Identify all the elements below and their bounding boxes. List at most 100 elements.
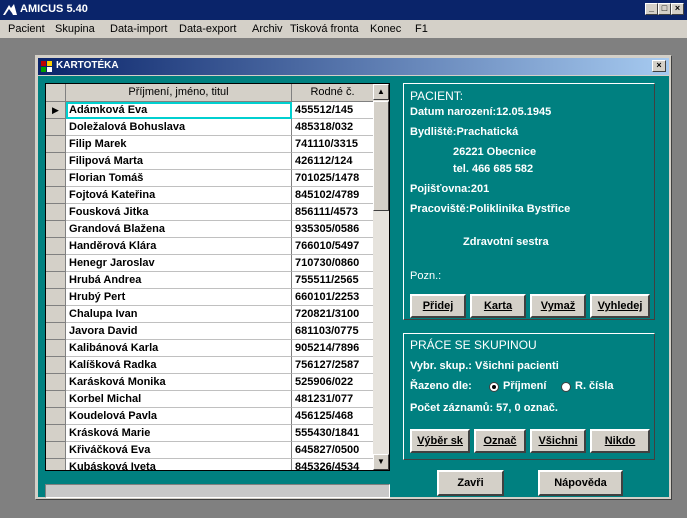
row-indicator[interactable] [46,204,66,221]
row-indicator[interactable] [46,306,66,323]
row-indicator[interactable] [46,136,66,153]
cell-patient-name[interactable]: Hrubý Pert [66,289,292,306]
sort-by-birth-number-label[interactable]: R. čísla [575,380,614,392]
cell-birth-number[interactable]: 845326/4534 [292,459,374,470]
row-indicator[interactable] [46,357,66,374]
cell-birth-number[interactable]: 845102/4789 [292,187,374,204]
menu-f1[interactable]: F1 [415,23,428,35]
cell-birth-number[interactable]: 701025/1478 [292,170,374,187]
scroll-down-icon[interactable]: ▼ [373,454,389,470]
patient-grid[interactable]: Příjmení, jméno, titul Rodné č. ▶ Adámkov… [45,83,390,471]
search-button[interactable]: Vyhledej [590,294,650,318]
cell-birth-number[interactable]: 681103/0775 [292,323,374,340]
row-indicator[interactable]: ▶ [46,102,66,119]
grid-scrollbar[interactable]: ▲ ▼ [373,84,389,470]
cell-birth-number[interactable]: 485318/032 [292,119,374,136]
row-indicator[interactable] [46,374,66,391]
sort-by-surname-label[interactable]: Příjmení [503,380,546,392]
none-button[interactable]: Nikdo [590,429,650,453]
row-indicator[interactable] [46,153,66,170]
close-window-button[interactable]: × [652,60,666,72]
menu-konec[interactable]: Konec [370,23,401,35]
cell-patient-name[interactable]: Filipová Marta [66,153,292,170]
cell-patient-name[interactable]: Handěrová Klára [66,238,292,255]
row-indicator[interactable] [46,187,66,204]
cell-patient-name[interactable]: Koudelová Pavla [66,408,292,425]
cell-birth-number[interactable]: 660101/2253 [292,289,374,306]
card-button[interactable]: Karta [470,294,526,318]
sort-by-surname-radio[interactable] [489,382,499,392]
cell-birth-number[interactable]: 710730/0860 [292,255,374,272]
cell-patient-name[interactable]: Javora David [66,323,292,340]
cell-patient-name[interactable]: Kalibánová Karla [66,340,292,357]
cell-patient-name[interactable]: Filip Marek [66,136,292,153]
cell-birth-number[interactable]: 455512/145 [292,102,374,119]
menu-pacient[interactable]: Pacient [8,23,45,35]
row-indicator[interactable] [46,459,66,470]
cell-patient-name[interactable]: Karásková Monika [66,374,292,391]
cell-patient-name[interactable]: Fojtová Kateřina [66,187,292,204]
close-button[interactable]: Zavři [437,470,504,496]
row-indicator[interactable] [46,323,66,340]
cell-birth-number[interactable]: 766010/5497 [292,238,374,255]
column-header-birth-number[interactable]: Rodné č. [292,84,374,102]
cell-patient-name[interactable]: Kubásková Iveta [66,459,292,470]
cell-birth-number[interactable]: 756127/2587 [292,357,374,374]
cell-birth-number[interactable]: 720821/3100 [292,306,374,323]
menu-tiskova-fronta[interactable]: Tisková fronta [290,23,359,35]
row-indicator[interactable] [46,221,66,238]
cell-patient-name[interactable]: Florian Tomáš [66,170,292,187]
column-header-name[interactable]: Příjmení, jméno, titul [66,84,292,102]
row-indicator[interactable] [46,442,66,459]
cell-birth-number[interactable]: 645827/0500 [292,442,374,459]
row-indicator[interactable] [46,408,66,425]
sort-by-birth-number-radio[interactable] [561,382,571,392]
cell-patient-name[interactable]: Hrubá Andrea [66,272,292,289]
cell-patient-name[interactable]: Kalíšková Radka [66,357,292,374]
delete-button[interactable]: Vymaž [530,294,586,318]
row-indicator[interactable] [46,340,66,357]
maximize-button[interactable]: □ [658,3,671,15]
all-button[interactable]: Všichni [530,429,586,453]
cell-patient-name[interactable]: Henegr Jaroslav [66,255,292,272]
cell-birth-number[interactable]: 935305/0586 [292,221,374,238]
cell-birth-number[interactable]: 905214/7896 [292,340,374,357]
cell-birth-number[interactable]: 426112/124 [292,153,374,170]
menu-data-export[interactable]: Data-export [179,23,236,35]
row-indicator[interactable] [46,255,66,272]
add-button[interactable]: Přidej [410,294,466,318]
cell-birth-number[interactable]: 755511/2565 [292,272,374,289]
row-indicator[interactable] [46,391,66,408]
kartoteka-titlebar[interactable]: KARTOTÉKA × [38,58,669,75]
cell-patient-name[interactable]: Krásková Marie [66,425,292,442]
cell-patient-name[interactable]: Grandová Blažena [66,221,292,238]
cell-patient-name[interactable]: Korbel Michal [66,391,292,408]
cell-birth-number[interactable]: 856111/4573 [292,204,374,221]
row-indicator[interactable] [46,119,66,136]
cell-patient-name[interactable]: Doležalová Bohuslava [66,119,292,136]
cell-birth-number[interactable]: 555430/1841 [292,425,374,442]
select-group-button[interactable]: Výběr sk [410,429,470,453]
row-indicator[interactable] [46,272,66,289]
scroll-up-icon[interactable]: ▲ [373,84,389,100]
cell-birth-number[interactable]: 525906/022 [292,374,374,391]
menu-archiv[interactable]: Archiv [252,23,283,35]
row-indicator[interactable] [46,289,66,306]
cell-birth-number[interactable]: 741110/3315 [292,136,374,153]
row-indicator[interactable] [46,238,66,255]
scroll-thumb[interactable] [373,101,389,211]
menu-data-import[interactable]: Data-import [110,23,167,35]
row-indicator[interactable] [46,425,66,442]
row-indicator[interactable] [46,170,66,187]
cell-birth-number[interactable]: 456125/468 [292,408,374,425]
menu-skupina[interactable]: Skupina [55,23,95,35]
cell-patient-name[interactable]: Fousková Jitka [66,204,292,221]
help-button[interactable]: Nápověda [538,470,623,496]
cell-birth-number[interactable]: 481231/077 [292,391,374,408]
cell-patient-name[interactable]: Adámková Eva [66,102,292,119]
cell-patient-name[interactable]: Chalupa Ivan [66,306,292,323]
close-app-button[interactable]: × [671,3,684,15]
minimize-button[interactable]: _ [645,3,658,15]
cell-patient-name[interactable]: Křiváčková Eva [66,442,292,459]
mark-button[interactable]: Označ [474,429,526,453]
